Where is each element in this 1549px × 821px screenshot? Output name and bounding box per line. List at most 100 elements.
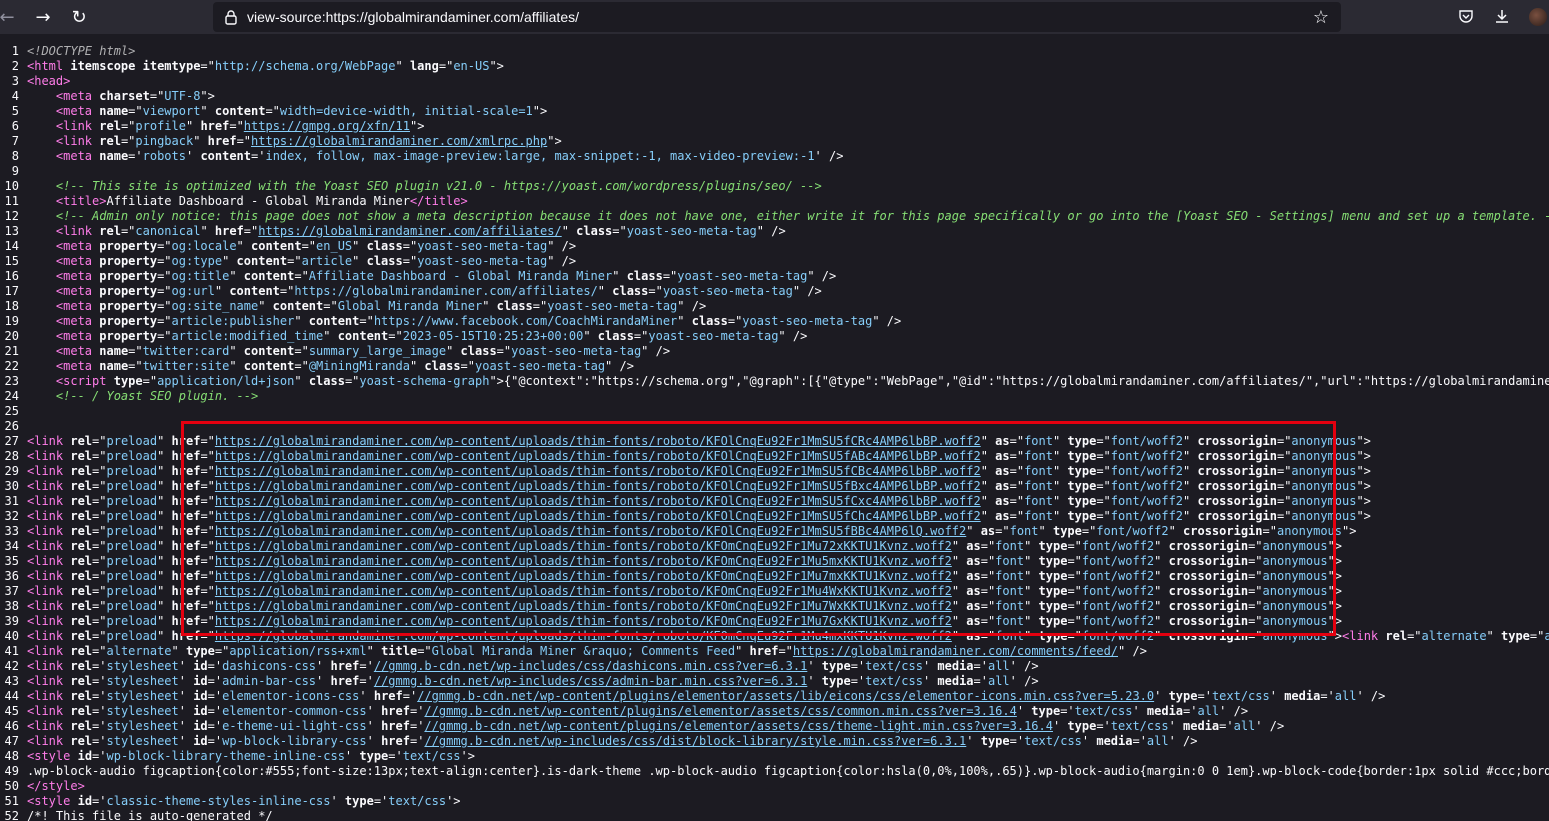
code-token: as [995,464,1010,478]
source-link[interactable]: https://globalmirandaminer.com/wp-conten… [215,554,952,568]
code-token: =" [727,314,743,328]
source-line: 42 <link rel='stylesheet' id='dashicons-c… [0,659,1549,674]
source-link[interactable]: https://globalmirandaminer.com/wp-conten… [215,449,981,463]
code-token: =" [1276,509,1292,523]
line-number: 10 [4,179,19,193]
source-link[interactable]: https://globalmirandaminer.com/wp-conten… [215,539,952,553]
code-token: href [171,599,201,613]
code-token: pingback [135,134,194,148]
source-link[interactable]: https://globalmirandaminer.com/xmlrpc.ph… [251,134,547,148]
url-text[interactable]: view-source:https://globalmirandaminer.c… [247,9,579,25]
back-button[interactable]: ← [0,2,22,32]
bookmark-star-icon[interactable]: ☆ [1313,7,1329,28]
code-token: crossorigin [1168,599,1249,613]
source-link[interactable]: https://globalmirandaminer.com/affiliate… [258,224,561,238]
code-token: profile [135,119,186,133]
code-token: " [1052,494,1068,508]
line-number: 26 [4,419,19,433]
code-token: <link [27,689,64,703]
line-code: <link rel="canonical" href="https://glob… [27,224,786,239]
source-line: 28 <link rel="preload" href="https://glob… [0,449,1549,464]
code-token: type [1038,554,1068,568]
source-link[interactable]: //gmmg.b-cdn.net/wp-includes/css/dist/bl… [424,734,966,748]
line-number: 48 [4,749,19,763]
source-link[interactable]: https://globalmirandaminer.com/wp-conten… [215,494,981,508]
code-token: canonical [135,224,201,238]
code-token: " [157,584,172,598]
code-token: <link [27,434,64,448]
code-token: =" [279,284,295,298]
code-token: href [171,479,201,493]
code-token: " [1183,494,1198,508]
code-token: =" [200,539,215,553]
source-link[interactable]: //gmmg.b-cdn.net/wp-includes/css/dashico… [374,659,807,673]
code-token: type [980,734,1010,748]
code-token: =' [1132,734,1147,748]
code-token: og:type [171,254,223,268]
address-bar[interactable]: view-source:https://globalmirandaminer.c… [213,2,1341,32]
code-token: " [185,119,201,133]
code-token: type [1038,569,1068,583]
code-token: =" [200,614,215,628]
forward-button[interactable]: → [28,2,58,32]
source-link[interactable]: https://globalmirandaminer.com/wp-conten… [215,464,981,478]
source-link[interactable]: https://globalmirandaminer.com/comments/… [793,644,1118,658]
code-token: class [366,239,403,253]
line-code: <link rel='stylesheet' id='wp-block-libr… [27,734,1198,749]
source-link[interactable]: https://globalmirandaminer.com/wp-conten… [215,599,952,613]
source-link[interactable]: https://globalmirandaminer.com/wp-conten… [215,524,966,538]
code-token: stylesheet [106,674,179,688]
code-token: class [424,359,461,373]
downloads-button[interactable] [1492,6,1512,26]
source-link[interactable]: https://globalmirandaminer.com/wp-conten… [215,584,952,598]
code-token: Global Miranda Miner &raquo; Comments Fe… [431,644,736,658]
code-token: dashicons-css [222,659,317,673]
code-token: text/css [865,659,923,673]
code-token: ' [178,689,194,703]
code-token: class [308,374,345,388]
code-token: font [1024,434,1053,448]
code-token: <meta [55,314,93,328]
line-code: <link rel='stylesheet' id='elementor-com… [27,704,1248,719]
reload-button[interactable]: ↻ [64,2,94,32]
code-token: all [1233,719,1256,733]
source-link[interactable]: https://globalmirandaminer.com/wp-conten… [215,509,981,523]
line-number: 9 [11,164,19,178]
source-line: 25 [0,404,1549,419]
source-link[interactable]: https://gmpg.org/xfn/11 [244,119,410,133]
source-line: 4 <meta charset="UTF-8"> [0,89,1549,104]
source-link[interactable]: https://globalmirandaminer.com/wp-conten… [215,479,981,493]
source-link[interactable]: //gmmg.b-cdn.net/wp-content/plugins/elem… [424,704,1016,718]
code-token: <!-- / Yoast SEO plugin. --> [55,389,259,403]
code-token: =' [388,749,403,763]
account-avatar[interactable] [1529,8,1547,26]
source-link[interactable]: //gmmg.b-cdn.net/wp-content/plugins/elem… [424,719,1053,733]
code-token: href [171,449,201,463]
code-token: twitter:card [142,344,230,358]
source-link[interactable]: https://globalmirandaminer.com/wp-conten… [215,614,952,628]
code-token: =" [128,359,143,373]
code-token: name [99,359,129,373]
pocket-button[interactable] [1456,6,1476,26]
code-token: type [821,659,851,673]
source-link[interactable]: //gmmg.b-cdn.net/wp-content/plugins/elem… [417,689,1154,703]
code-token: <html [27,59,64,73]
code-token: " /> [756,224,786,238]
code-token: =" [200,554,215,568]
code-token: preload [106,464,158,478]
source-link[interactable]: //gmmg.b-cdn.net/wp-includes/css/admin-b… [374,674,807,688]
line-number: 23 [4,374,19,388]
code-token: " [294,374,309,388]
code-token: type [1038,539,1068,553]
code-token: =" [92,464,107,478]
source-link[interactable]: https://globalmirandaminer.com/wp-conten… [215,434,981,448]
line-code: <meta name="twitter:site" content="@Mini… [27,359,634,374]
source-link[interactable]: https://globalmirandaminer.com/wp-conten… [215,569,952,583]
source-link[interactable]: https://globalmirandaminer.com/wp-conten… [215,629,952,643]
code-token: anonymous [1262,629,1328,643]
code-token: id [193,704,208,718]
code-token: =' [92,704,107,718]
code-token: <link [27,659,64,673]
